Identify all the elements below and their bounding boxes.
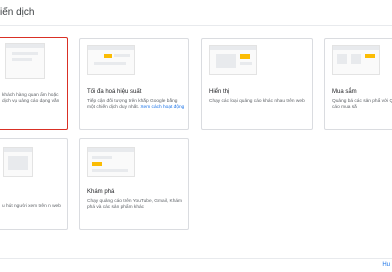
card-title: Mua sắm [332,89,357,95]
card-title: Khám phá [87,189,115,195]
card-description: Tiếp cận đối tượng trên khắp Google bằng… [87,99,185,111]
card-thumbnail [5,43,45,79]
campaign-type-card-shopping[interactable]: Mua sắm Quảng bá các sản phẩ với Quảng c… [324,38,392,130]
card-thumbnail [209,45,257,75]
card-description: Quảng bá các sản phẩ với Quảng cáo mua s… [332,99,392,111]
page-title: iến dịch [0,7,35,18]
campaign-type-card-discovery[interactable]: Khám phá Chạy quảng cáo trên YouTube, Gm… [79,138,189,230]
card-title: Hiển thị [209,89,230,95]
card-title: Tối đa hoá hiệu suất [87,89,142,95]
campaign-type-panel: iến dịch khách hàng quan ẩm hoặc dịch vụ… [0,0,392,272]
campaign-type-card-performance-max[interactable]: Tối đa hoá hiệu suất Tiếp cận đối tượng … [79,38,189,130]
card-thumbnail [3,147,33,177]
panel-footer: Hu [0,258,392,272]
card-thumbnail [87,147,135,177]
campaign-type-card-sales[interactable]: khách hàng quan ẩm hoặc dịch vụ uảng cáo… [0,37,68,130]
card-description: khách hàng quan ẩm hoặc dịch vụ uảng cáo… [2,93,60,105]
campaign-type-card-display[interactable]: Hiển thị Chạy các loại quảng cáo khác nh… [201,38,313,130]
campaign-type-card-video[interactable]: u hút người xem trên n web [0,138,68,230]
card-thumbnail [332,45,380,75]
card-description: Chạy các loại quảng cáo khác nhau trên w… [209,99,305,104]
card-description: u hút người xem trên n web [2,204,61,209]
card-description: Chạy quảng cáo trên YouTube, Gmail, Khám… [87,199,183,211]
learn-more-link[interactable]: Xem cách hoạt động [140,105,184,110]
panel-header: iến dịch [0,0,392,26]
card-thumbnail [87,45,135,75]
footer-link[interactable]: Hu [382,262,390,268]
